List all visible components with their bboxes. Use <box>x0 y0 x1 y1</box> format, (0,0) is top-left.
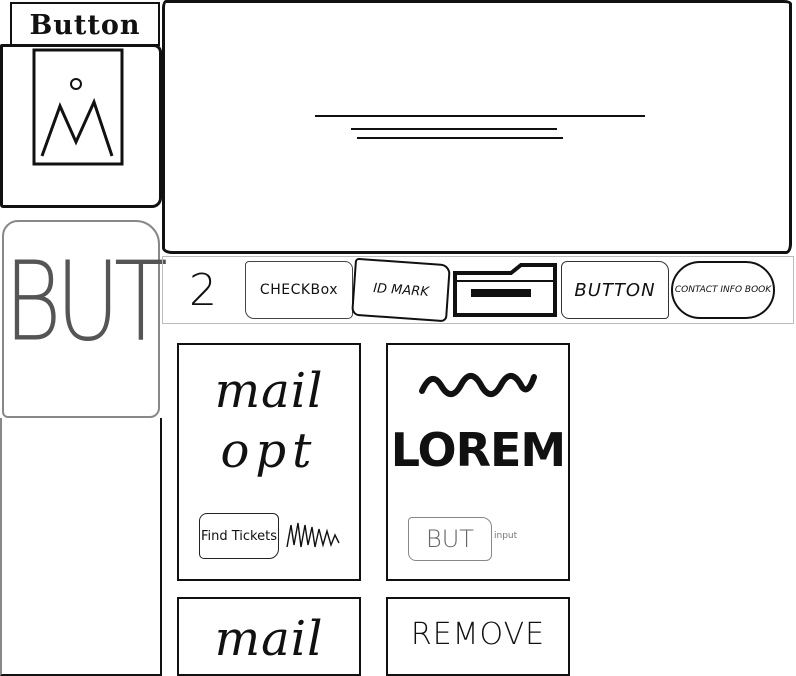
scribble-icon <box>286 522 340 548</box>
toolbar-strip: 2 CHECKBox ID MARK BUTTON CONTACT INFO B… <box>162 256 794 324</box>
input-label: input <box>494 531 518 541</box>
big-but-label: BUT <box>4 237 168 366</box>
small-but-button[interactable]: BUT <box>408 517 492 561</box>
folder-icon[interactable] <box>451 261 559 319</box>
top-button-label: Button <box>29 10 141 41</box>
mail-card: mail opt Find Tickets <box>177 343 361 581</box>
top-button[interactable]: Button <box>10 2 160 46</box>
image-placeholder-icon <box>32 48 124 166</box>
mail-small-card[interactable]: mail <box>177 597 361 676</box>
wave-icon <box>419 373 537 397</box>
opt-title: opt <box>220 423 318 479</box>
hero-panel <box>162 0 792 254</box>
count-number: 2 <box>189 264 217 316</box>
remove-button[interactable]: REMOVE <box>386 597 570 676</box>
lorem-title: LOREM <box>390 423 566 477</box>
checkbox-button[interactable]: CHECKBox <box>245 261 353 319</box>
left-bottom-panel <box>0 418 162 676</box>
contact-info-book-button[interactable]: CONTACT INFO BOOK <box>671 261 775 319</box>
remove-label: REMOVE <box>410 617 546 652</box>
find-tickets-button[interactable]: Find Tickets <box>199 513 279 559</box>
mail-small-title: mail <box>214 611 324 667</box>
mail-title: mail <box>214 363 324 419</box>
big-but-button[interactable]: BUT <box>2 220 168 418</box>
lorem-card: LOREM BUT input <box>386 343 570 581</box>
id-mark-button[interactable]: ID MARK <box>351 257 451 323</box>
hero-text-lines <box>315 115 645 139</box>
button-button[interactable]: BUTTON <box>561 261 669 319</box>
